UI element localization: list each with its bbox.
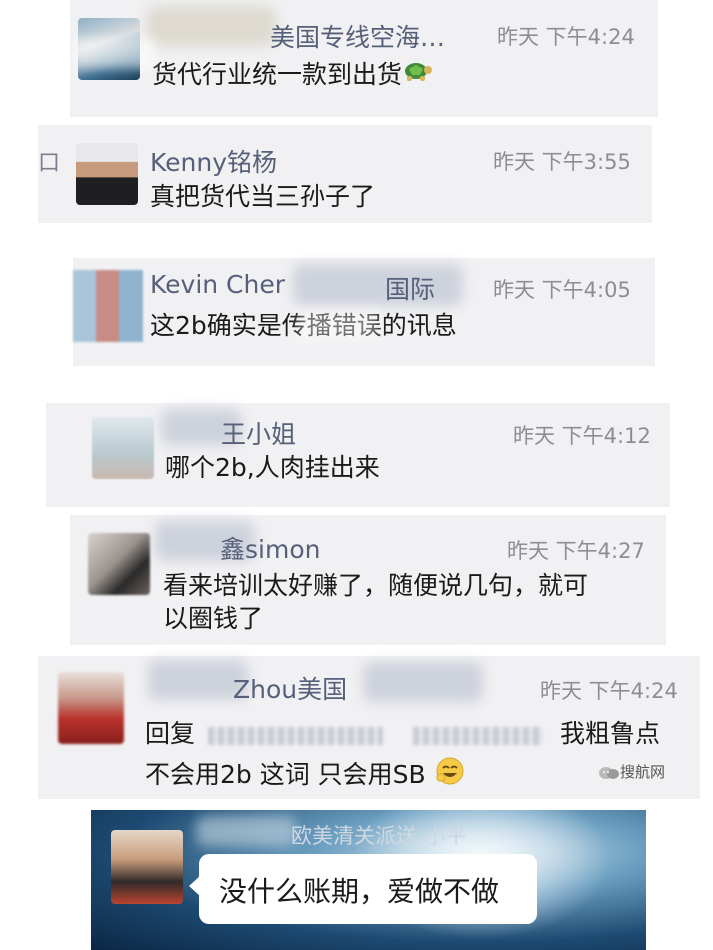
redacted-mention (413, 727, 543, 745)
chat-item-1[interactable]: 美国专线空海… 昨天 下午4:24 货代行业统一款到出货 (70, 0, 658, 117)
chat-message: 没什么账期，爱做不做 (219, 875, 500, 908)
chat-time: 昨天 下午4:05 (493, 278, 631, 302)
chat-item-4[interactable]: 王小姐 昨天 下午4:12 哪个2b,人肉挂出来 (46, 403, 670, 507)
chat-time: 昨天 下午4:24 (497, 25, 635, 49)
avatar[interactable] (92, 417, 154, 479)
redacted-name (196, 816, 296, 846)
chat-time: 昨天 下午4:27 (507, 539, 645, 563)
chat-item-2[interactable]: 口 Kenny铭杨 昨天 下午3:55 真把货代当三孙子了 (38, 125, 652, 223)
watermark-text: 搜航网 (620, 763, 666, 781)
chat-item-7[interactable]: 欧美清关派送-小平 没什么账期，爱做不做 (91, 810, 646, 950)
chat-name: Zhou美国 (233, 675, 348, 704)
message-text: 不会用2b 这词 只会用SB (145, 760, 426, 789)
chat-message-line2: 不会用2b 这词 只会用SB (145, 756, 466, 796)
chat-message: 哪个2b,人肉挂出来 (165, 453, 380, 482)
avatar[interactable] (88, 533, 150, 595)
chat-message-line1: 看来培训太好赚了，随便说几句，就可 (163, 571, 589, 600)
chat-message: 货代行业统一款到出货 (152, 57, 433, 94)
turtle-emoji-icon (402, 58, 433, 94)
watermark: 搜航网 (598, 761, 665, 782)
chat-item-6[interactable]: Zhou美国 昨天 下午4:24 回复 我粗鲁点 不会用2b 这词 只会用SB … (38, 656, 700, 799)
left-edge-char: 口 (38, 151, 61, 176)
avatar[interactable] (76, 143, 138, 205)
avatar[interactable] (73, 270, 143, 342)
chat-message-line2: 以圈钱了 (163, 604, 264, 633)
chat-message: 真把货代当三孙子了 (150, 182, 376, 211)
bubble-tail (189, 876, 200, 896)
chat-item-5[interactable]: 鑫simon 昨天 下午4:27 看来培训太好赚了，随便说几句，就可 以圈钱了 (70, 515, 666, 645)
chat-time: 昨天 下午4:12 (513, 424, 651, 448)
redacted-mention (208, 727, 383, 745)
chat-name: 王小姐 (221, 420, 297, 449)
redacted-name (293, 264, 463, 306)
chat-time: 昨天 下午3:55 (493, 150, 631, 174)
chat-message-tail: 我粗鲁点 (560, 719, 661, 748)
chat-name: Kevin Cher (150, 270, 286, 299)
message-bubble: 没什么账期，爱做不做 (189, 854, 537, 924)
watermark-logo-icon (598, 765, 620, 781)
chat-time: 昨天 下午4:24 (540, 679, 678, 703)
avatar[interactable] (58, 672, 124, 744)
chat-name: 美国专线空海… (270, 23, 446, 52)
avatar[interactable] (111, 830, 183, 904)
chat-name: Kenny铭杨 (150, 148, 278, 177)
laughing-emoji-icon (434, 756, 466, 796)
blur-overlay (75, 38, 155, 68)
chat-name-suffix: 国际 (385, 275, 436, 304)
message-text: 货代行业统一款到出货 (152, 60, 403, 89)
redacted-name (146, 6, 276, 46)
chat-name: 鑫simon (220, 535, 321, 564)
chat-name: 欧美清关派送-小平 (291, 824, 467, 848)
redacted-name (363, 662, 483, 702)
blur-overlay (298, 310, 378, 340)
chat-message-prefix: 回复 (145, 719, 196, 748)
chat-item-3[interactable]: Kevin Cher 国际 昨天 下午4:05 这2b确实是传播错误的讯息 (73, 258, 655, 366)
